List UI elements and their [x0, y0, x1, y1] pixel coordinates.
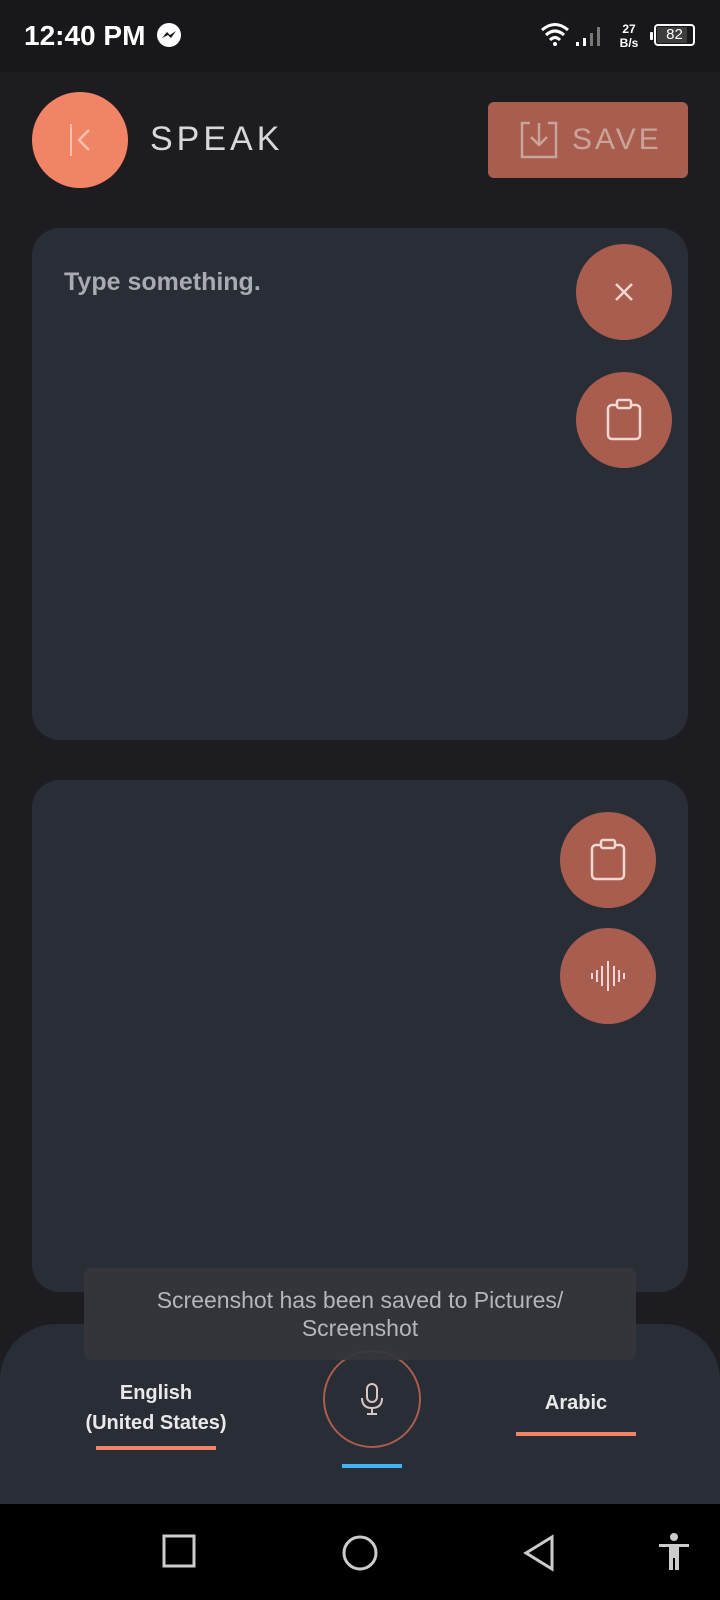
home-icon[interactable]: [341, 1534, 379, 1572]
clipboard-icon: [606, 398, 642, 441]
clipboard-icon: [590, 838, 626, 881]
output-panel: [32, 780, 688, 1292]
status-time: 12:40 PM: [24, 20, 146, 51]
source-language-name: English: [119, 1382, 193, 1404]
battery-level: 82: [666, 26, 683, 43]
net-speed: 27 B/s: [617, 22, 641, 50]
back-icon: [70, 124, 90, 156]
status-bar: 12:40 PM 27 B/s 82: [0, 0, 720, 72]
toast-line-2: Screenshot: [301, 1315, 419, 1341]
back-button[interactable]: [32, 92, 128, 188]
source-language-underline: [96, 1446, 216, 1450]
input-panel[interactable]: Type something.: [32, 228, 688, 740]
signal-icon: [576, 27, 600, 46]
toast-line-1: Screenshot has been saved to Pictures/: [156, 1287, 564, 1313]
mic-icon: [361, 1383, 383, 1415]
save-label: SAVE: [572, 123, 662, 156]
clear-button[interactable]: [576, 244, 672, 340]
play-audio-button[interactable]: [560, 928, 656, 1024]
target-language[interactable]: Arabic: [516, 1392, 636, 1415]
mic-button[interactable]: [323, 1350, 421, 1448]
toast-message: Screenshot has been saved to Pictures/ S…: [84, 1268, 636, 1360]
net-speed-unit: B/s: [619, 36, 639, 50]
wifi-icon: [541, 23, 569, 46]
battery-indicator: 82: [650, 24, 695, 46]
navigation-bar: [0, 1504, 720, 1600]
net-speed-value: 27: [622, 22, 636, 36]
save-icon: [520, 121, 558, 159]
messenger-icon: [157, 23, 181, 47]
back-nav-icon[interactable]: [522, 1534, 556, 1572]
close-icon: [615, 283, 633, 301]
mic-indicator: [342, 1464, 402, 1468]
accessibility-icon[interactable]: [656, 1532, 692, 1572]
waveform-icon: [591, 961, 625, 991]
paste-button[interactable]: [576, 372, 672, 468]
page-title: SPEAK: [150, 120, 284, 158]
copy-button[interactable]: [560, 812, 656, 908]
recents-icon[interactable]: [162, 1534, 196, 1568]
text-input[interactable]: Type something.: [64, 268, 261, 297]
source-language[interactable]: English (United States): [60, 1378, 252, 1438]
target-language-underline: [516, 1432, 636, 1436]
save-button[interactable]: SAVE: [488, 102, 688, 178]
source-language-region: (United States): [85, 1412, 227, 1434]
